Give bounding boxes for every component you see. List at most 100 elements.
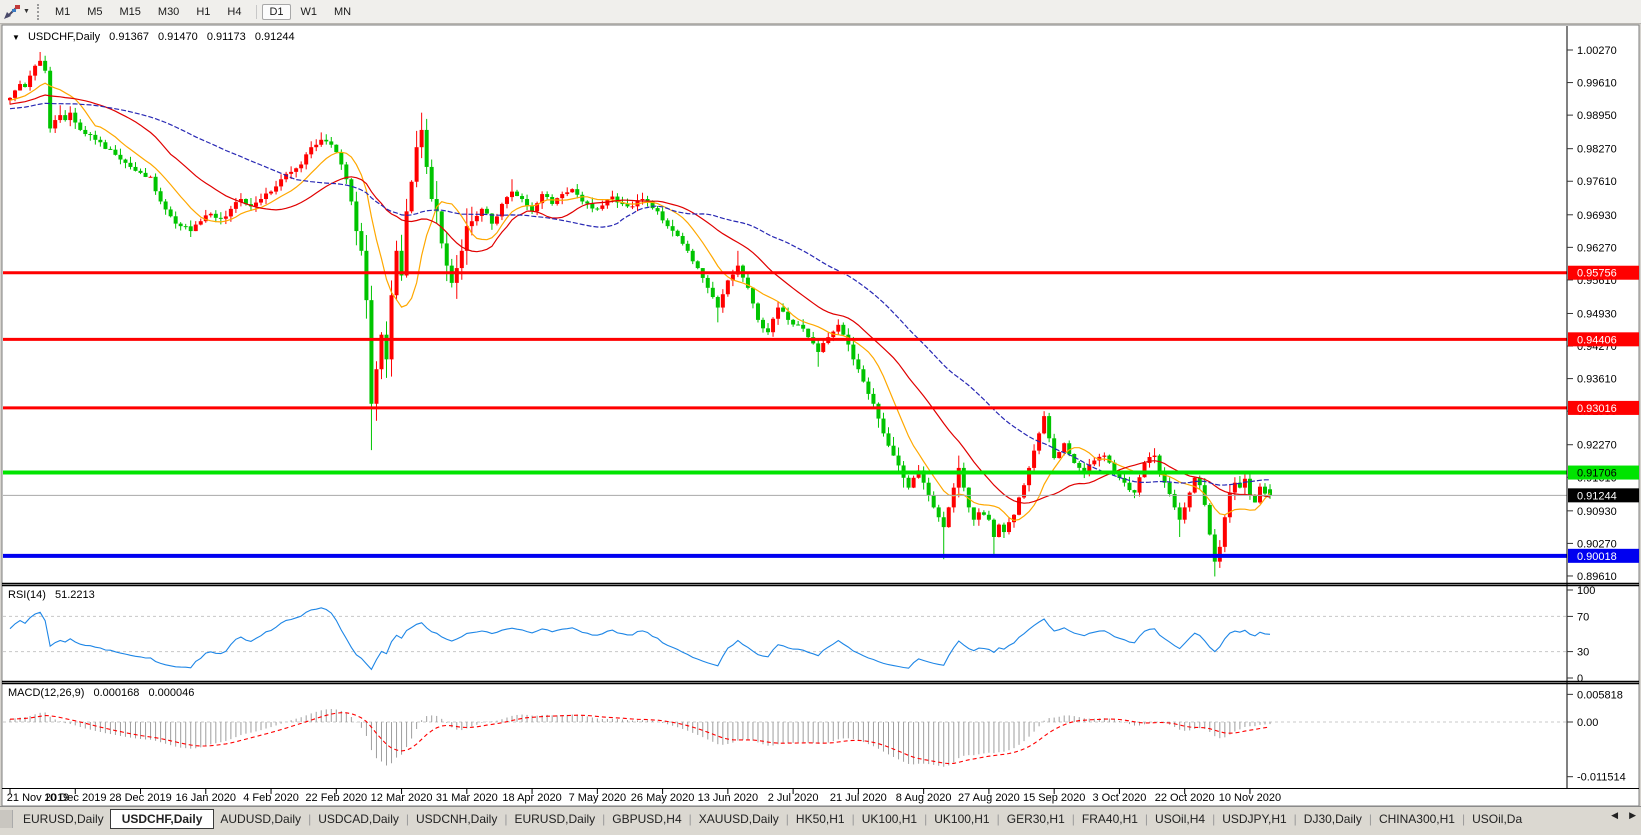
candle-body [625, 204, 629, 206]
candle-body [1092, 461, 1096, 465]
chart-canvas[interactable]: 1.002700.996100.989500.982700.976100.969… [0, 0, 1641, 835]
rsi-scale-label: 100 [1577, 585, 1595, 597]
macd-signal-value: 0.000046 [148, 687, 194, 699]
rsi-label-bar: RSI(14) 51.2213 [8, 589, 95, 601]
date-label: 4 Feb 2020 [243, 792, 299, 804]
candle-body [937, 507, 941, 517]
candle-body [1138, 477, 1142, 492]
date-label: 21 Jul 2020 [830, 792, 887, 804]
candle-body [696, 261, 700, 268]
symbol-tab-uk100-h1[interactable]: UK100,H1 [928, 810, 995, 828]
timeframe-button-H1[interactable]: H1 [189, 4, 217, 20]
candle-body [881, 419, 885, 434]
candle-body [932, 495, 936, 507]
candle-body [78, 123, 82, 130]
collapse-caret-icon[interactable]: ▼ [12, 33, 20, 42]
chart-title-bar: ▼ USDCHF,Daily 0.91367 0.91470 0.91173 0… [12, 31, 295, 43]
timeframe-button-M30[interactable]: M30 [151, 4, 186, 20]
candle-body [68, 113, 72, 120]
symbol-tab-audusd-daily[interactable]: AUDUSD,Daily [214, 810, 307, 828]
candle-body [641, 199, 645, 200]
candle-body [1223, 517, 1227, 547]
symbol-tab-dj30-daily[interactable]: DJ30,Daily [1298, 810, 1368, 828]
timeframe-button-D1[interactable]: D1 [262, 4, 290, 20]
symbol-tab-fra40-h1[interactable]: FRA40,H1 [1076, 810, 1144, 828]
candle-body [681, 236, 685, 244]
timeframe-button-M5[interactable]: M5 [80, 4, 109, 20]
level-0.95756-badge-label: 0.95756 [1577, 268, 1617, 280]
symbol-tab-china300-h1[interactable]: CHINA300,H1 [1373, 810, 1461, 828]
candle-body [465, 226, 469, 251]
candle-body [410, 182, 414, 212]
symbol-tabbar: EURUSD,DailyUSDCHF,DailyAUDUSD,Daily|USD… [0, 806, 1641, 835]
candle-body [821, 343, 825, 352]
candle-body [791, 320, 795, 325]
symbol-tab-usdcnh-daily[interactable]: USDCNH,Daily [410, 810, 503, 828]
symbol-tab-usoil-h4[interactable]: USOil,H4 [1149, 810, 1211, 828]
candle-body [43, 61, 47, 71]
candle-body [500, 204, 504, 216]
candle-body [38, 61, 42, 66]
timeframe-button-MN[interactable]: MN [327, 4, 358, 20]
symbol-tab-usdjpy-h1[interactable]: USDJPY,H1 [1216, 810, 1292, 828]
candle-body [851, 345, 855, 360]
chart-title: USDCHF,Daily [28, 31, 100, 43]
candle-body [83, 130, 87, 134]
macd-scale-label: -0.011514 [1577, 772, 1626, 784]
candle-body [1263, 487, 1267, 494]
candle-body [716, 297, 720, 308]
candle-body [390, 295, 394, 359]
trendline-tool-icon[interactable] [2, 4, 22, 20]
timeframe-button-M15[interactable]: M15 [113, 4, 148, 20]
candle-body [224, 216, 228, 218]
date-label: 22 Feb 2020 [305, 792, 367, 804]
candle-body [1178, 507, 1182, 519]
symbol-tab-usdcad-daily[interactable]: USDCAD,Daily [312, 810, 405, 828]
symbol-tab-xauusd-daily[interactable]: XAUUSD,Daily [693, 810, 785, 828]
symbol-tab-eurusd-daily[interactable]: EURUSD,Daily [508, 810, 601, 828]
candle-body [118, 155, 122, 160]
candle-body [661, 211, 665, 220]
candle-body [610, 197, 614, 200]
date-label: 15 Sep 2020 [1023, 792, 1085, 804]
price-tick-label: 0.93610 [1577, 374, 1617, 386]
candle-body [108, 149, 112, 150]
symbol-tab-ger30-h1[interactable]: GER30,H1 [1001, 810, 1071, 828]
candle-body [897, 456, 901, 466]
symbol-tab-hk50-h1[interactable]: HK50,H1 [790, 810, 851, 828]
symbol-tab-eurusd-daily[interactable]: EURUSD,Daily [17, 810, 110, 828]
candle-body [334, 145, 338, 152]
candle-body [892, 446, 896, 456]
symbol-tab-usdchf-daily[interactable]: USDCHF,Daily [110, 809, 215, 829]
candle-body [992, 520, 996, 537]
candle-body [103, 142, 107, 149]
candle-body [1183, 507, 1187, 519]
tab-scroll-left-icon[interactable]: ◀ [1611, 810, 1618, 821]
candle-body [1193, 478, 1197, 493]
dropdown-caret-icon[interactable]: ▼ [23, 8, 30, 15]
symbol-tab-usoil-da[interactable]: USOil,Da [1466, 810, 1528, 828]
date-label: 27 Aug 2020 [958, 792, 1020, 804]
candle-body [194, 225, 198, 231]
candle-body [600, 205, 604, 208]
timeframe-button-M1[interactable]: M1 [48, 4, 77, 20]
price-tick-label: 0.92270 [1577, 440, 1617, 452]
symbol-tab-uk100-h1[interactable]: UK100,H1 [856, 810, 923, 828]
candle-body [1067, 443, 1071, 454]
candle-body [13, 90, 17, 97]
timeframe-button-H4[interactable]: H4 [220, 4, 248, 20]
candle-body [229, 209, 233, 217]
candle-body [1042, 416, 1046, 433]
current-price-badge-label: 0.91244 [1577, 490, 1617, 502]
candle-body [816, 343, 820, 352]
candle-body [73, 113, 77, 123]
candle-body [359, 231, 363, 251]
candle-body [575, 189, 579, 195]
timeframe-button-W1[interactable]: W1 [294, 4, 325, 20]
candle-body [219, 218, 223, 219]
candle-body [369, 300, 373, 404]
symbol-tab-gbpusd-h4[interactable]: GBPUSD,H4 [606, 810, 687, 828]
candle-body [942, 517, 946, 527]
date-label: 2 Jul 2020 [768, 792, 819, 804]
tab-scroll-right-icon[interactable]: ▶ [1629, 810, 1636, 821]
